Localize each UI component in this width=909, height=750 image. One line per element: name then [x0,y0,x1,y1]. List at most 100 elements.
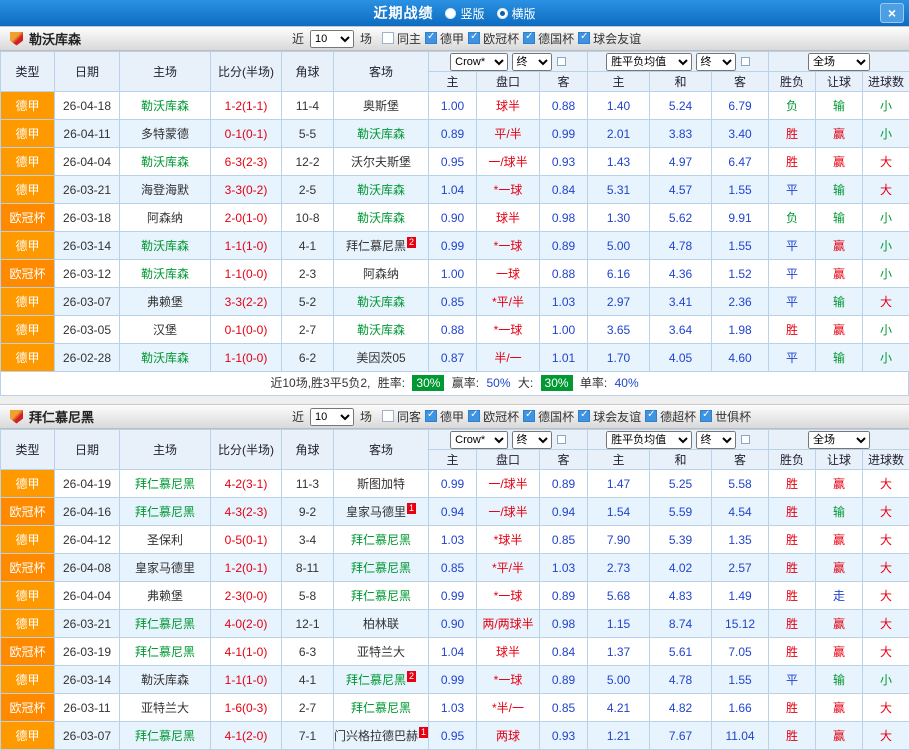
home-team[interactable]: 拜仁慕尼黑 [120,722,211,750]
match-date: 26-03-12 [55,260,120,288]
filter-checkbox[interactable]: 德甲 [425,30,464,47]
handicap-home-odds: 0.88 [429,316,477,344]
away-team[interactable]: 柏林联 [334,610,429,638]
away-team[interactable]: 勒沃库森 [334,316,429,344]
away-team[interactable]: 奥斯堡 [334,92,429,120]
odds-final-select[interactable]: 终 [512,53,552,71]
home-team[interactable]: 多特蒙德 [120,120,211,148]
home-team[interactable]: 阿森纳 [120,204,211,232]
away-team[interactable]: 美因茨05 [334,344,429,372]
home-team[interactable]: 弗赖堡 [120,582,211,610]
away-team[interactable]: 阿森纳 [334,260,429,288]
away-team[interactable]: 拜仁慕尼黑 [334,554,429,582]
away-team[interactable]: 亚特兰大 [334,638,429,666]
filter-checkbox[interactable]: 德国杯 [523,30,574,47]
away-team[interactable]: 拜仁慕尼黑 [334,694,429,722]
match-count-select[interactable]: 10 [310,30,354,48]
wdl-avg-select[interactable]: 胜平负均值 [606,431,692,449]
filter-checkbox[interactable]: 世俱杯 [700,408,751,425]
home-team[interactable]: 勒沃库森 [120,232,211,260]
away-team[interactable]: 门兴格拉德巴赫1 [334,722,429,750]
checkbox-unchecked-icon [382,32,394,44]
home-team[interactable]: 勒沃库森 [120,344,211,372]
away-team[interactable]: 沃尔夫斯堡 [334,148,429,176]
home-team[interactable]: 拜仁慕尼黑 [120,638,211,666]
col-handicap-away: 客 [540,72,588,92]
match-date: 26-03-14 [55,666,120,694]
close-icon[interactable]: × [880,3,904,23]
result-wdl: 平 [769,344,816,372]
expand-checkbox-icon[interactable] [557,57,566,66]
match-row: 德甲26-04-19拜仁慕尼黑4-2(3-1)11-3斯图加特0.99一/球半0… [1,470,909,498]
avg-away-odds: 4.54 [712,498,769,526]
home-team[interactable]: 汉堡 [120,316,211,344]
handicap-away-odds: 0.85 [540,694,588,722]
radio-horizontal[interactable]: 横版 [497,5,536,22]
home-team[interactable]: 拜仁慕尼黑 [120,498,211,526]
period-controls: 全场 [769,52,909,72]
wdl-avg-select[interactable]: 胜平负均值 [606,53,692,71]
result-wdl: 胜 [769,316,816,344]
score: 0-5(0-1) [211,526,282,554]
filter-checkbox-group: 同客德甲欧冠杯德国杯球会友谊德超杯世俱杯 [378,408,751,426]
handicap-home-odds: 0.85 [429,288,477,316]
rank-badge: 2 [407,671,416,682]
away-team[interactable]: 拜仁慕尼黑2 [334,666,429,694]
away-team[interactable]: 勒沃库森 [334,120,429,148]
team-name: 勒沃库森 [29,29,81,48]
expand-checkbox-icon[interactable] [557,435,566,444]
period-select[interactable]: 全场 [808,53,870,71]
period-select[interactable]: 全场 [808,431,870,449]
filter-checkbox[interactable]: 球会友谊 [578,408,641,425]
col-score: 比分(半场) [211,52,282,92]
home-team[interactable]: 拜仁慕尼黑 [120,610,211,638]
away-team[interactable]: 勒沃库森 [334,204,429,232]
filter-checkbox[interactable]: 球会友谊 [578,30,641,47]
filter-checkbox[interactable]: 同主 [382,30,421,47]
match-row: 德甲26-03-05汉堡0-1(0-0)2-7勒沃库森0.88*一球1.003.… [1,316,909,344]
match-date: 26-02-28 [55,344,120,372]
filter-checkbox[interactable]: 德超杯 [645,408,696,425]
home-team[interactable]: 弗赖堡 [120,288,211,316]
home-team[interactable]: 亚特兰大 [120,694,211,722]
match-row: 德甲26-04-04弗赖堡2-3(0-0)5-8拜仁慕尼黑0.99*一球0.89… [1,582,909,610]
radio-vertical[interactable]: 竖版 [445,5,484,22]
home-team[interactable]: 勒沃库森 [120,260,211,288]
filter-checkbox[interactable]: 德甲 [425,408,464,425]
odds-final-select[interactable]: 终 [512,431,552,449]
odds-company-select[interactable]: Crow* [450,431,508,449]
home-team[interactable]: 勒沃库森 [120,92,211,120]
handicap-away-odds: 0.93 [540,722,588,750]
handicap-away-odds: 0.98 [540,610,588,638]
avg-draw-odds: 5.61 [650,638,712,666]
col-corner: 角球 [282,430,334,470]
filter-checkbox[interactable]: 德国杯 [523,408,574,425]
away-team[interactable]: 勒沃库森 [334,288,429,316]
result-wdl: 胜 [769,582,816,610]
home-team[interactable]: 圣保利 [120,526,211,554]
match-count-select[interactable]: 10 [310,408,354,426]
filter-checkbox[interactable]: 欧冠杯 [468,408,519,425]
handicap-home-odds: 1.00 [429,92,477,120]
filter-checkbox-label: 德国杯 [538,30,574,47]
odds-company-select[interactable]: Crow* [450,53,508,71]
away-team[interactable]: 皇家马德里1 [334,498,429,526]
home-team[interactable]: 海登海默 [120,176,211,204]
away-team[interactable]: 拜仁慕尼黑2 [334,232,429,260]
expand-checkbox-icon[interactable] [741,435,750,444]
home-team[interactable]: 勒沃库森 [120,666,211,694]
away-team[interactable]: 拜仁慕尼黑 [334,582,429,610]
away-team[interactable]: 斯图加特 [334,470,429,498]
away-team[interactable]: 勒沃库森 [334,176,429,204]
wdl-final-select[interactable]: 终 [696,431,736,449]
home-team[interactable]: 皇家马德里 [120,554,211,582]
expand-checkbox-icon[interactable] [741,57,750,66]
filter-checkbox[interactable]: 欧冠杯 [468,30,519,47]
home-team[interactable]: 勒沃库森 [120,148,211,176]
filter-checkbox[interactable]: 同客 [382,408,421,425]
checkbox-checked-icon [578,410,590,422]
home-team[interactable]: 拜仁慕尼黑 [120,470,211,498]
league-type-badge: 欧冠杯 [1,554,55,582]
wdl-final-select[interactable]: 终 [696,53,736,71]
away-team[interactable]: 拜仁慕尼黑 [334,526,429,554]
